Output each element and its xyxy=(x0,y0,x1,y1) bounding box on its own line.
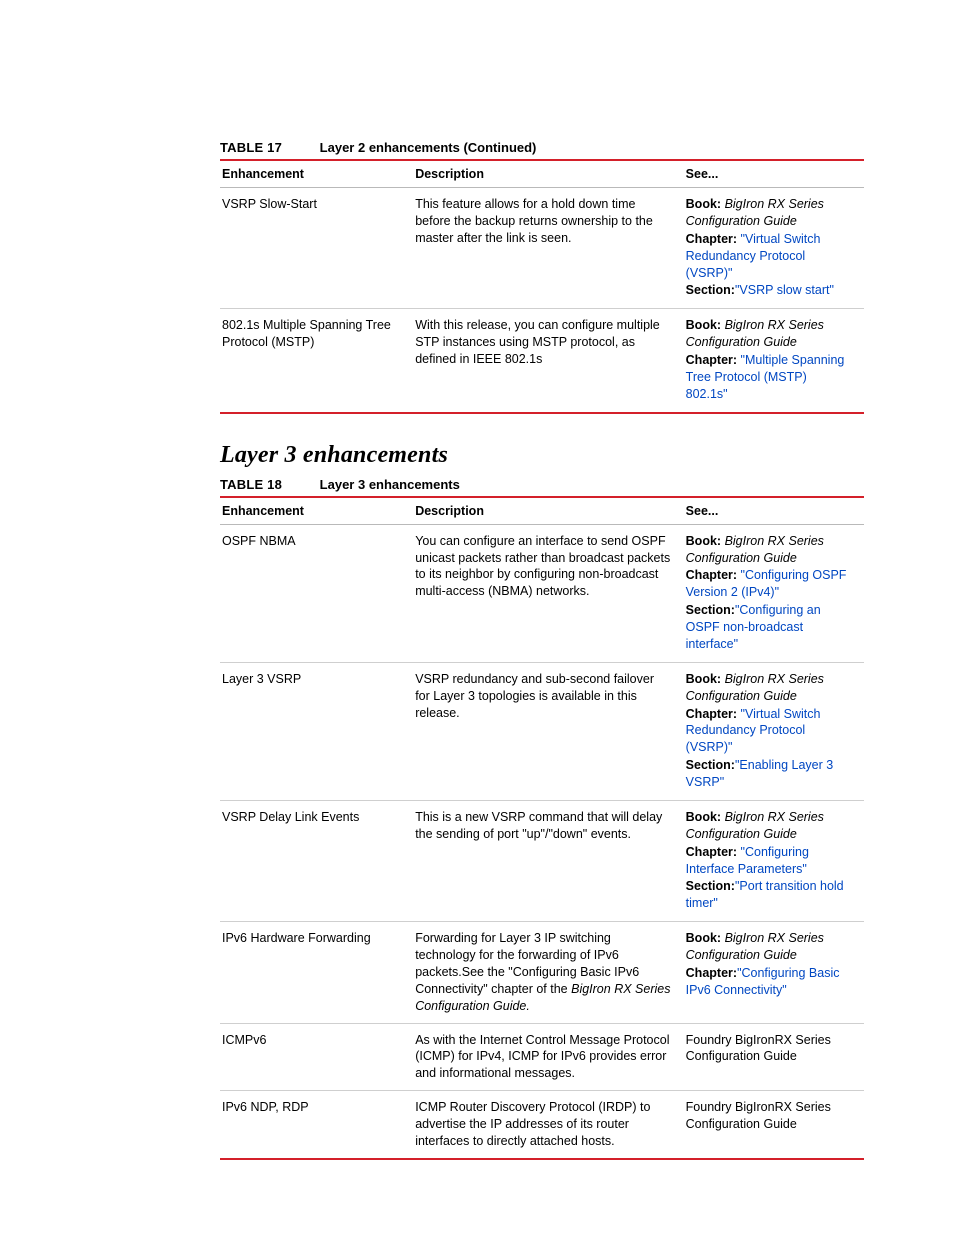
table17-label: TABLE 17 xyxy=(220,140,282,155)
chapter-label: Chapter: xyxy=(686,845,737,859)
description-cell: This feature allows for a hold down time… xyxy=(413,188,683,309)
table-row: ICMPv6 As with the Internet Control Mess… xyxy=(220,1023,864,1091)
chapter-label: Chapter: xyxy=(686,353,737,367)
description-cell: Forwarding for Layer 3 IP switching tech… xyxy=(413,922,683,1023)
table18: Enhancement Description See... OSPF NBMA… xyxy=(220,496,864,1160)
description-cell: This is a new VSRP command that will del… xyxy=(413,800,683,921)
chapter-label: Chapter: xyxy=(686,232,737,246)
see-cell: Book: BigIron RX Series Configuration Gu… xyxy=(684,524,864,662)
see-cell: Book: BigIron RX Series Configuration Gu… xyxy=(684,662,864,800)
table-row: VSRP Slow-Start This feature allows for … xyxy=(220,188,864,309)
chapter-label: Chapter: xyxy=(686,707,737,721)
enhancement-cell: OSPF NBMA xyxy=(220,524,413,662)
table17-caption: TABLE 17 Layer 2 enhancements (Continued… xyxy=(220,140,864,155)
description-cell: As with the Internet Control Message Pro… xyxy=(413,1023,683,1091)
table-row: VSRP Delay Link Events This is a new VSR… xyxy=(220,800,864,921)
book-label: Book: xyxy=(686,672,721,686)
table18-label: TABLE 18 xyxy=(220,477,282,492)
table17-h2: Description xyxy=(413,160,683,188)
chapter-label: Chapter: xyxy=(686,966,737,980)
see-cell: Book: BigIron RX Series Configuration Gu… xyxy=(684,800,864,921)
table-row: OSPF NBMA You can configure an interface… xyxy=(220,524,864,662)
table-row: IPv6 Hardware Forwarding Forwarding for … xyxy=(220,922,864,1023)
see-cell: Book: BigIron RX Series Configuration Gu… xyxy=(684,188,864,309)
table-row: IPv6 NDP, RDP ICMP Router Discovery Prot… xyxy=(220,1091,864,1159)
table17-title: Layer 2 enhancements (Continued) xyxy=(320,140,537,155)
see-cell: Book: BigIron RX Series Configuration Gu… xyxy=(684,309,864,413)
description-cell: You can configure an interface to send O… xyxy=(413,524,683,662)
book-label: Book: xyxy=(686,810,721,824)
table17: Enhancement Description See... VSRP Slow… xyxy=(220,159,864,414)
enhancement-cell: IPv6 NDP, RDP xyxy=(220,1091,413,1159)
table-row: Layer 3 VSRP VSRP redundancy and sub-sec… xyxy=(220,662,864,800)
section-label: Section: xyxy=(686,283,735,297)
book-label: Book: xyxy=(686,534,721,548)
table17-h1: Enhancement xyxy=(220,160,413,188)
enhancement-cell: IPv6 Hardware Forwarding xyxy=(220,922,413,1023)
table-row: 802.1s Multiple Spanning Tree Protocol (… xyxy=(220,309,864,413)
see-cell: Foundry BigIronRX Series Configuration G… xyxy=(684,1023,864,1091)
description-cell: ICMP Router Discovery Protocol (IRDP) to… xyxy=(413,1091,683,1159)
book-label: Book: xyxy=(686,931,721,945)
book-label: Book: xyxy=(686,197,721,211)
see-cell: Foundry BigIronRX Series Configuration G… xyxy=(684,1091,864,1159)
description-cell: VSRP redundancy and sub-second failover … xyxy=(413,662,683,800)
table18-caption: TABLE 18 Layer 3 enhancements xyxy=(220,477,864,492)
chapter-label: Chapter: xyxy=(686,568,737,582)
enhancement-cell: VSRP Delay Link Events xyxy=(220,800,413,921)
table18-h2: Description xyxy=(413,497,683,525)
see-cell: Book: BigIron RX Series Configuration Gu… xyxy=(684,922,864,1023)
table18-h3: See... xyxy=(684,497,864,525)
enhancement-cell: VSRP Slow-Start xyxy=(220,188,413,309)
section-heading-layer3: Layer 3 enhancements xyxy=(220,442,864,469)
table17-h3: See... xyxy=(684,160,864,188)
description-cell: With this release, you can configure mul… xyxy=(413,309,683,413)
enhancement-cell: ICMPv6 xyxy=(220,1023,413,1091)
section-label: Section: xyxy=(686,603,735,617)
table18-h1: Enhancement xyxy=(220,497,413,525)
section-label: Section: xyxy=(686,758,735,772)
enhancement-cell: Layer 3 VSRP xyxy=(220,662,413,800)
table18-title: Layer 3 enhancements xyxy=(320,477,460,492)
book-label: Book: xyxy=(686,318,721,332)
section-link[interactable]: "VSRP slow start" xyxy=(735,283,834,297)
section-label: Section: xyxy=(686,879,735,893)
enhancement-cell: 802.1s Multiple Spanning Tree Protocol (… xyxy=(220,309,413,413)
